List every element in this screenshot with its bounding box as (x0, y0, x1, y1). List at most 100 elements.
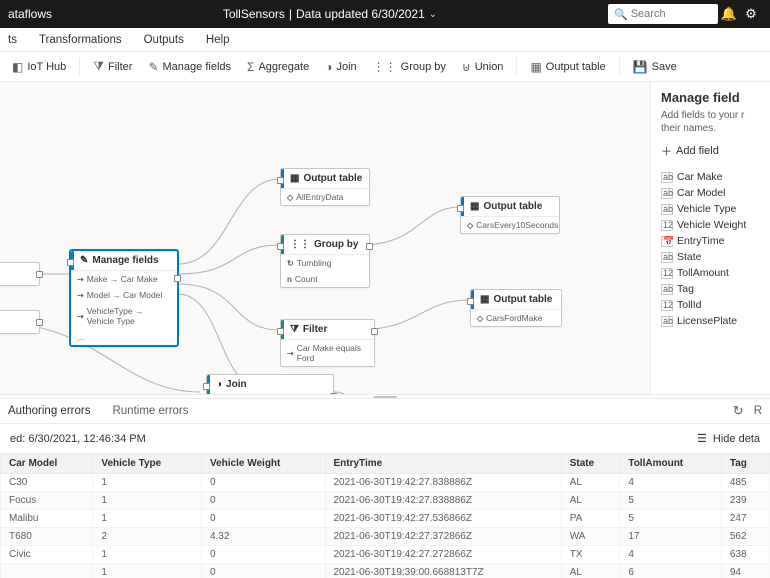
separator (79, 58, 80, 76)
tool-iot-hub[interactable]: ◧IoT Hub (6, 57, 72, 77)
node-filter[interactable]: ⧩Filter ⇢Car Make equals Ford (280, 319, 375, 367)
results-meta: ed: 6/30/2021, 12:46:34 PM ☰ Hide deta (0, 424, 770, 453)
column-header[interactable]: Vehicle Type (93, 454, 202, 474)
results-tabs: Authoring errors Runtime errors ↻ R (0, 399, 770, 424)
separator (619, 58, 620, 76)
node-output-allentry[interactable]: ▦Output table ◇AllEntryData (280, 168, 370, 206)
field-item[interactable]: abTag (661, 281, 764, 297)
node-output-cars10[interactable]: ▦Output table ◇CarsEvery10Seconds (460, 196, 560, 234)
menu-outputs[interactable]: Outputs (144, 34, 184, 46)
cell: 2021-06-30T19:39:00.668813T7Z (325, 564, 561, 578)
field-list: abCar MakeabCar ModelabVehicle Type12Veh… (661, 169, 764, 329)
tool-save[interactable]: 💾Save (627, 57, 683, 77)
port-in[interactable] (457, 205, 464, 212)
gear-icon[interactable]: ⚙ (740, 6, 762, 22)
port-in[interactable] (277, 177, 284, 184)
side-panel-description: Add fields to your r their names. (661, 109, 764, 135)
field-name: TollId (677, 299, 702, 311)
add-field-button[interactable]: ＋Add field (661, 143, 764, 159)
column-header[interactable]: Tag (721, 454, 769, 474)
field-item[interactable]: 12TollId (661, 297, 764, 313)
diagram-canvas[interactable]: ✎Manage fields ⇢Make → Car Make ⇢Model →… (0, 82, 650, 394)
port-out[interactable] (36, 319, 43, 326)
port-out[interactable] (366, 243, 373, 250)
field-name: EntryTime (677, 235, 724, 247)
cell: 4 (620, 474, 722, 492)
port-out[interactable] (371, 328, 378, 335)
hide-details-button[interactable]: ☰ Hide deta (697, 432, 760, 445)
table-row[interactable]: Focus102021-06-30T19:42:27.838886ZAL5239 (1, 492, 770, 510)
table-row[interactable]: C30102021-06-30T19:42:27.838886ZAL4485 (1, 474, 770, 492)
aggregate-icon: Σ (247, 60, 254, 74)
node-output-ford[interactable]: ▦Output table ◇CarsFordMake (470, 289, 562, 327)
cell: 2 (93, 528, 202, 546)
table-row[interactable]: T68024.322021-06-30T19:42:27.372866ZWA17… (1, 528, 770, 546)
field-item[interactable]: abLicensePlate (661, 313, 764, 329)
cell: 1 (93, 546, 202, 564)
output-table-icon: ▦ (530, 60, 541, 74)
node-join[interactable]: ◑Join ↔Inner ⇢LicensePlate ↔ LicensePlat… (206, 374, 334, 394)
menu-transformations[interactable]: Transformations (39, 34, 122, 46)
vertical-split-handle[interactable] (0, 394, 770, 398)
port-in[interactable] (203, 383, 210, 390)
tab-runtime-errors[interactable]: Runtime errors (112, 405, 188, 417)
tool-manage-fields[interactable]: ✎Manage fields (142, 57, 237, 77)
port-in[interactable] (277, 328, 284, 335)
project-title[interactable]: TollSensors | Data updated 6/30/2021 ⌄ (52, 7, 608, 21)
table-row[interactable]: Malibu102021-06-30T19:42:27.536866ZPA524… (1, 510, 770, 528)
chevron-down-icon: ⌄ (429, 9, 437, 20)
column-header[interactable]: Car Model (1, 454, 93, 474)
field-type-icon: ab (661, 284, 673, 295)
menu-help[interactable]: Help (206, 34, 230, 46)
cell: 562 (721, 528, 769, 546)
node-manage-fields[interactable]: ✎Manage fields ⇢Make → Car Make ⇢Model →… (70, 250, 178, 346)
field-item[interactable]: 12Vehicle Weight (661, 217, 764, 233)
tool-group-by[interactable]: ⋮⋮Group by (367, 57, 452, 77)
title-bar: ataflows TollSensors | Data updated 6/30… (0, 0, 770, 28)
table-body: C30102021-06-30T19:42:27.838886ZAL4485Fo… (1, 474, 770, 578)
column-header[interactable]: Vehicle Weight (201, 454, 325, 474)
port-out[interactable] (36, 271, 43, 278)
node-input-stub[interactable] (0, 262, 40, 286)
tool-union[interactable]: ⊎Union (456, 57, 510, 77)
results-table: Car ModelVehicle TypeVehicle WeightEntry… (0, 453, 770, 578)
table-row[interactable]: Civic102021-06-30T19:42:27.272866ZTX4638 (1, 546, 770, 564)
tool-filter[interactable]: ⧩Filter (87, 56, 138, 77)
tool-output-table[interactable]: ▦Output table (524, 57, 611, 77)
tool-aggregate[interactable]: ΣAggregate (241, 57, 315, 77)
results-table-wrap[interactable]: Car ModelVehicle TypeVehicle WeightEntry… (0, 453, 770, 578)
node-group-by[interactable]: ⋮⋮Group by ↻Tumbling nCount (280, 234, 370, 288)
field-item[interactable]: 12TollAmount (661, 265, 764, 281)
column-header[interactable]: State (561, 454, 620, 474)
search-input[interactable] (631, 8, 711, 20)
field-item[interactable]: abState (661, 249, 764, 265)
side-panel-manage-fields: Manage field Add fields to your r their … (650, 82, 770, 394)
cell: 485 (721, 474, 769, 492)
column-header[interactable]: TollAmount (620, 454, 722, 474)
port-out[interactable] (174, 275, 181, 282)
port-in[interactable] (67, 259, 74, 266)
filter-icon: ⧩ (290, 324, 299, 335)
menu-bar: ts Transformations Outputs Help (0, 28, 770, 52)
field-item[interactable]: abVehicle Type (661, 201, 764, 217)
search-box[interactable]: 🔍 (608, 4, 718, 24)
menu-inputs[interactable]: ts (8, 34, 17, 46)
toolbar: ◧IoT Hub ⧩Filter ✎Manage fields ΣAggrega… (0, 52, 770, 82)
cell: 1 (93, 474, 202, 492)
column-header[interactable]: EntryTime (325, 454, 561, 474)
port-in[interactable] (467, 298, 474, 305)
field-item[interactable]: abCar Make (661, 169, 764, 185)
field-item[interactable]: abCar Model (661, 185, 764, 201)
cell: 2021-06-30T19:42:27.272866Z (325, 546, 561, 564)
tab-authoring-errors[interactable]: Authoring errors (8, 405, 90, 417)
node-input-stub-2[interactable] (0, 310, 40, 334)
field-item[interactable]: 📅EntryTime (661, 233, 764, 249)
results-panel: Authoring errors Runtime errors ↻ R ed: … (0, 398, 770, 578)
cell: 2021-06-30T19:42:27.536866Z (325, 510, 561, 528)
tool-join[interactable]: ◑Join (319, 57, 362, 77)
port-in[interactable] (277, 243, 284, 250)
save-icon: 💾 (633, 60, 648, 74)
bell-icon[interactable]: 🔔 (718, 6, 740, 22)
refresh-icon[interactable]: ↻ (733, 403, 744, 419)
table-row[interactable]: 102021-06-30T19:39:00.668813T7ZAL694 (1, 564, 770, 578)
